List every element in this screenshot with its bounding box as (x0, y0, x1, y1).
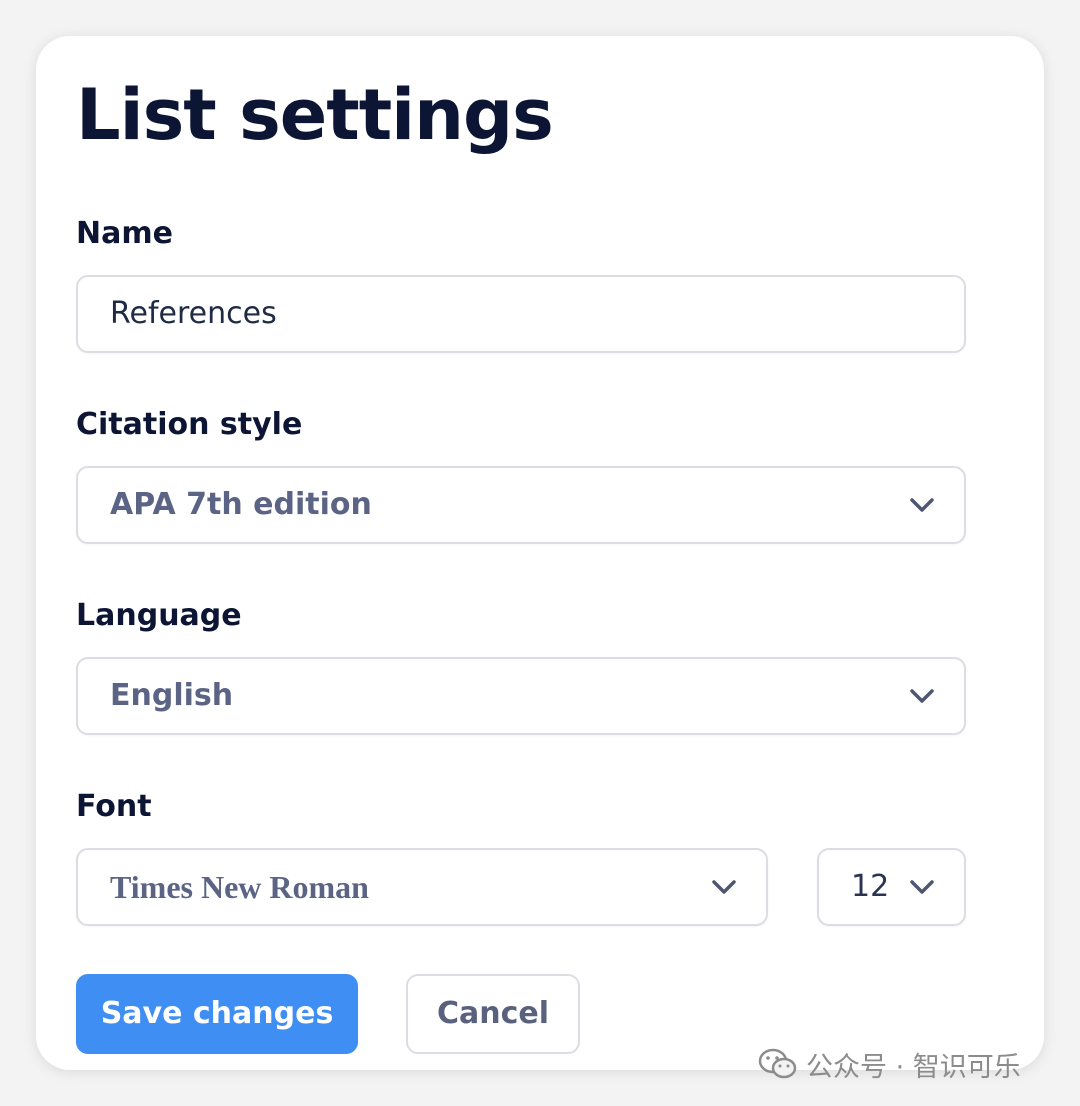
language-label: Language (76, 598, 242, 633)
chevron-down-icon (910, 880, 934, 894)
font-family-select[interactable]: Times New Roman (76, 848, 768, 926)
chevron-down-icon (712, 880, 736, 894)
font-family-value: Times New Roman (110, 869, 369, 905)
chevron-down-icon (910, 689, 934, 703)
font-size-select[interactable]: 12 (817, 848, 966, 926)
dialog-title: List settings (76, 74, 554, 156)
language-select[interactable]: English (76, 657, 966, 735)
wechat-icon (758, 1048, 797, 1079)
citation-style-value: APA 7th edition (110, 487, 372, 522)
watermark: 公众号 · 智识可乐 (758, 1044, 1021, 1084)
name-input-value: References (110, 296, 277, 331)
list-settings-dialog: List settings Name References Citation s… (36, 36, 1044, 1070)
language-value: English (110, 678, 234, 713)
font-label: Font (76, 789, 152, 824)
cancel-button[interactable]: Cancel (406, 974, 580, 1054)
name-input[interactable]: References (76, 275, 966, 353)
chevron-down-icon (910, 498, 934, 512)
citation-style-select[interactable]: APA 7th edition (76, 466, 966, 544)
font-size-value: 12 (851, 869, 890, 904)
name-label: Name (76, 216, 173, 251)
watermark-text: 公众号 · 智识可乐 (806, 1051, 1021, 1083)
citation-style-label: Citation style (76, 407, 303, 442)
save-changes-button[interactable]: Save changes (76, 974, 358, 1054)
